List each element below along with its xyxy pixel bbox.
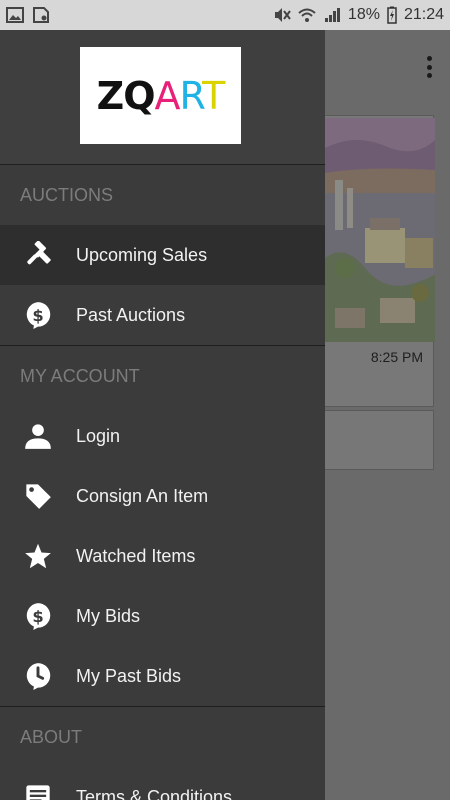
gavel-icon — [0, 241, 76, 269]
star-icon — [0, 542, 76, 570]
nav-item-consign-an-item[interactable]: Consign An Item — [0, 466, 325, 526]
nav-item-login[interactable]: Login — [0, 406, 325, 466]
status-left — [6, 7, 50, 23]
auction-card[interactable]: 8:25 PM — [318, 115, 435, 407]
sd-card-icon — [33, 7, 49, 23]
nav-item-my-bids[interactable]: $ My Bids — [0, 586, 325, 646]
battery-charging-icon — [387, 6, 397, 24]
drawer-header: ZQART — [0, 30, 325, 165]
zqart-logo: ZQART — [80, 47, 241, 144]
mute-icon — [274, 8, 291, 22]
nav-item-my-past-bids[interactable]: My Past Bids — [0, 646, 325, 706]
nav-item-watched-items[interactable]: Watched Items — [0, 526, 325, 586]
nav-label-terms-conditions: Terms & Conditions — [76, 786, 233, 800]
person-icon — [0, 422, 76, 450]
tag-icon — [0, 482, 76, 510]
nav-item-terms-conditions[interactable]: Terms & Conditions — [0, 767, 325, 800]
svg-text:$: $ — [32, 607, 43, 626]
status-bar: 18% 21:24 — [0, 0, 450, 30]
nav-label-my-past-bids: My Past Bids — [76, 665, 182, 686]
nav-label-consign-an-item: Consign An Item — [76, 485, 209, 506]
nav-item-past-auctions[interactable]: $ Past Auctions — [0, 285, 325, 345]
dollar-bubble-icon: $ — [0, 602, 76, 630]
nav-item-upcoming-sales[interactable]: Upcoming Sales — [0, 225, 325, 285]
section-header-my-account: MY ACCOUNT — [20, 365, 140, 386]
image-icon — [6, 7, 24, 23]
status-time: 21:24 — [403, 6, 444, 23]
nav-label-my-bids: My Bids — [76, 605, 141, 626]
section-header-auctions: AUCTIONS — [20, 184, 114, 205]
section-header-about: ABOUT — [20, 726, 83, 747]
svg-text:$: $ — [32, 306, 43, 325]
status-right: 18% 21:24 — [273, 6, 444, 24]
nav-label-login: Login — [76, 425, 121, 446]
auction-card-time: 8:25 PM — [370, 349, 423, 365]
navigation-drawer: ZQART AUCTIONS Upcoming Sales $ Past Auc… — [0, 30, 325, 800]
nav-label-upcoming-sales: Upcoming Sales — [76, 244, 208, 265]
nav-label-past-auctions: Past Auctions — [76, 304, 186, 325]
auction-card-secondary[interactable] — [318, 410, 434, 470]
nav-label-watched-items: Watched Items — [76, 545, 196, 566]
auction-card-image — [325, 118, 435, 342]
overflow-menu-icon[interactable] — [426, 56, 432, 78]
document-icon — [0, 783, 76, 800]
signal-icon — [324, 8, 340, 22]
dollar-bubble-icon: $ — [0, 301, 76, 329]
painting-image — [325, 118, 435, 342]
wifi-icon — [298, 8, 316, 22]
battery-percent: 18% — [347, 6, 380, 23]
clock-bubble-icon — [0, 662, 76, 690]
